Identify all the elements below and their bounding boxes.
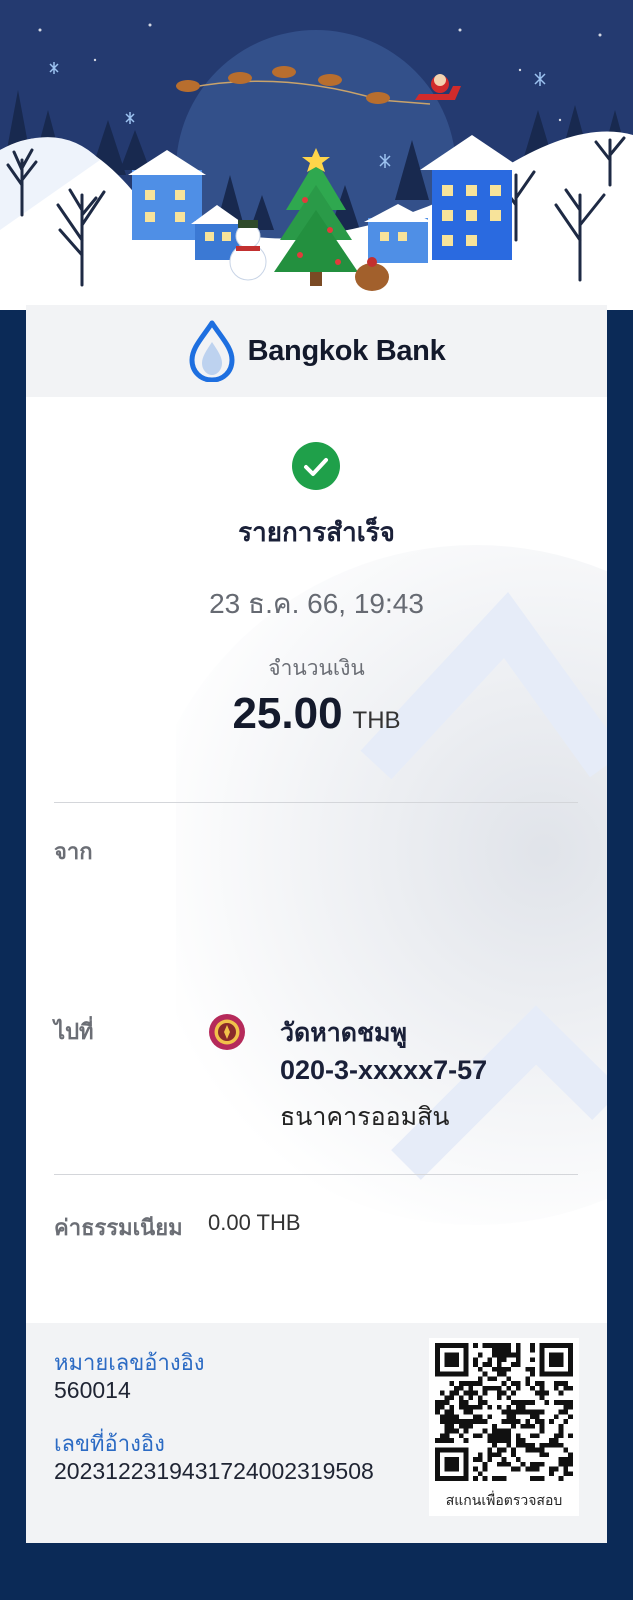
qr-caption: สแกนเพื่อตรวจสอบ	[445, 1492, 563, 1508]
verification-qr-card[interactable]: สแกนเพื่อตรวจสอบ	[429, 1338, 579, 1516]
amount-currency: THB	[352, 707, 401, 734]
divider	[54, 802, 578, 803]
reference-number-value: 560014	[54, 1377, 131, 1403]
christmas-banner-illustration	[0, 0, 633, 310]
transaction-datetime: 23 ธ.ค. 66, 19:43	[209, 588, 424, 619]
reference-code-value: 2023122319431724002319508	[54, 1458, 374, 1484]
recipient-seal-icon	[209, 1014, 245, 1050]
from-label: จาก	[54, 839, 93, 864]
reference-code-label: เลขที่อ้างอิง	[54, 1431, 165, 1456]
reference-section: หมายเลขอ้างอิง 560014 เลขที่อ้างอิง 2023…	[26, 1323, 607, 1543]
recipient-name: วัดหาดชมพู	[280, 1019, 407, 1047]
success-check-icon	[292, 442, 340, 490]
recipient-account: 020-3-xxxxx7-57	[280, 1055, 488, 1085]
status-title: รายการสำเร็จ	[238, 517, 395, 547]
reference-number-label: หมายเลขอ้างอิง	[54, 1350, 205, 1375]
fee-value: 0.00 THB	[208, 1210, 301, 1235]
recipient-bank: ธนาคารออมสิน	[280, 1103, 450, 1131]
transaction-receipt-card: Bangkok Bank รายการสำเร็จ 23 ธ.ค. 66, 19…	[26, 305, 607, 1543]
amount-value: 25.00	[232, 689, 343, 738]
verification-qr-code[interactable]	[435, 1343, 573, 1481]
amount-display: 25.00 THB	[26, 689, 607, 739]
fee-label: ค่าธรรมเนียม	[54, 1215, 183, 1240]
bank-name: Bangkok Bank	[247, 334, 446, 367]
divider	[54, 1174, 578, 1175]
to-label: ไปที่	[54, 1019, 94, 1044]
bangkok-bank-logo-icon	[189, 320, 235, 382]
bank-logo-header: Bangkok Bank	[26, 305, 607, 397]
amount-label: จำนวนเงิน	[268, 657, 365, 680]
